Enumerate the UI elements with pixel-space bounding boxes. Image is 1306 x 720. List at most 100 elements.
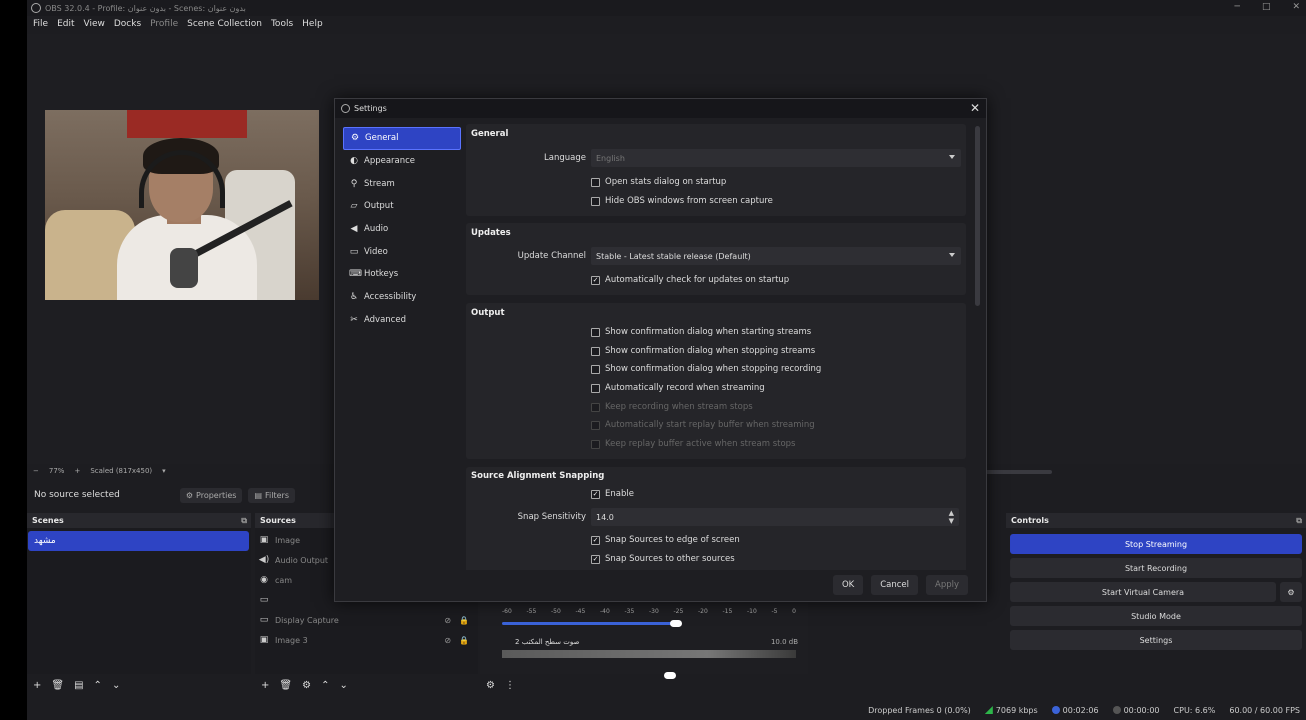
move-down-icon[interactable]: ⌄ — [339, 680, 347, 691]
general-group: General Language English Open stats dial… — [466, 124, 966, 216]
source-label: Display Capture — [275, 615, 339, 625]
lock-icon[interactable]: 🔒 — [459, 616, 469, 625]
updates-group: Updates Update Channel Stable - Latest s… — [466, 223, 966, 295]
scene-item[interactable]: مشهد — [28, 531, 249, 551]
zoom-in-button[interactable]: + — [74, 467, 80, 475]
nav-appearance[interactable]: ◐ Appearance — [343, 150, 461, 173]
filters-button[interactable]: ▤ Filters — [248, 487, 295, 503]
undock-icon[interactable]: ⧉ — [1296, 516, 1302, 526]
zoom-out-button[interactable]: − — [33, 467, 39, 475]
move-up-icon[interactable]: ⌃ — [94, 680, 102, 691]
source-item-image-3[interactable]: ▣ Image 3 ⊘ 🔒 — [259, 631, 469, 649]
snap-edge-checkbox[interactable]: ✓ Snap Sources to edge of screen — [591, 535, 740, 545]
stop-streaming-button[interactable]: Stop Streaming — [1010, 534, 1302, 554]
menu-scene-collection[interactable]: Scene Collection — [187, 19, 262, 29]
snap-sensitivity-label: Snap Sensitivity — [517, 512, 586, 522]
auto-record-checkbox[interactable]: Automatically record when streaming — [591, 383, 765, 393]
output-icon: ▱ — [350, 201, 358, 212]
maximize-icon[interactable]: □ — [1262, 2, 1271, 12]
studio-mode-button[interactable]: Studio Mode — [1010, 606, 1302, 626]
controls-dock-title: Controls ⧉ — [1006, 513, 1306, 528]
close-icon[interactable]: ✕ — [970, 101, 980, 115]
accessibility-icon: ♿ — [349, 292, 359, 303]
move-down-icon[interactable]: ⌄ — [112, 680, 120, 691]
nav-audio[interactable]: ◀ Audio — [343, 218, 461, 241]
confirm-stop-recording-checkbox[interactable]: Show confirmation dialog when stopping r… — [591, 364, 821, 374]
hide-obs-checkbox[interactable]: Hide OBS windows from screen capture — [591, 196, 773, 206]
menu-help[interactable]: Help — [302, 19, 323, 29]
keyboard-icon: ⌨ — [349, 269, 362, 280]
snap-other-checkbox[interactable]: ✓ Snap Sources to other sources — [591, 554, 735, 564]
minimize-icon[interactable]: ─ — [1235, 2, 1240, 12]
image-icon: ▣ — [259, 635, 269, 645]
eye-hidden-icon[interactable]: ⊘ — [444, 636, 451, 645]
settings-footer: OK Cancel Apply — [832, 575, 968, 595]
stepper-icon[interactable]: ▲ ▼ — [949, 509, 954, 525]
keep-recording-checkbox: Keep recording when stream stops — [591, 402, 753, 412]
lock-icon[interactable]: 🔒 — [459, 636, 469, 645]
settings-title-bar: Settings ✕ — [335, 99, 986, 118]
monitor-icon: ▭ — [259, 615, 269, 625]
menu-bar: File Edit View Docks Profile Scene Colle… — [27, 16, 1306, 32]
apply-button[interactable]: Apply — [926, 575, 968, 595]
add-source-button[interactable]: + — [261, 680, 269, 691]
snap-sensitivity-input[interactable]: 14.0 ▲ ▼ — [591, 508, 959, 526]
nav-video[interactable]: ▭ Video — [343, 240, 461, 263]
stream-time-status: 00:02:06 — [1051, 706, 1099, 715]
ok-button[interactable]: OK — [832, 575, 864, 595]
gear-icon[interactable]: ⚙ — [302, 680, 311, 691]
source-toolbar: No source selected ⚙ Properties ▤ Filter… — [27, 484, 327, 506]
dropped-frames: Dropped Frames 0 (0.0%) — [868, 705, 971, 715]
start-virtual-camera-button[interactable]: Start Virtual Camera — [1010, 582, 1276, 602]
source-item-display-capture[interactable]: ▭ Display Capture ⊘ 🔒 — [259, 611, 469, 629]
language-select[interactable]: English — [591, 149, 961, 167]
nav-output[interactable]: ▱ Output — [343, 195, 461, 218]
cancel-button[interactable]: Cancel — [871, 575, 918, 595]
menu-profile[interactable]: Profile — [150, 19, 178, 29]
chevron-down-icon[interactable]: ▾ — [162, 467, 166, 475]
more-icon[interactable]: ⋮ — [505, 680, 515, 691]
volume-slider-1[interactable] — [502, 622, 674, 625]
scene-filters-icon[interactable]: ▤ — [74, 680, 83, 691]
menu-tools[interactable]: Tools — [271, 19, 293, 29]
window-title: OBS 32.0.4 - Profile: بدون عنوان - Scene… — [45, 3, 246, 13]
status-bar: Dropped Frames 0 (0.0%) 7069 kbps 00:02:… — [27, 700, 1306, 720]
start-recording-button[interactable]: Start Recording — [1010, 558, 1302, 578]
output-title: Output — [471, 308, 505, 318]
auto-check-updates-checkbox[interactable]: ✓ Automatically check for updates on star… — [591, 275, 789, 285]
settings-title: Settings — [354, 104, 387, 113]
settings-scrollbar[interactable] — [975, 126, 980, 306]
trash-icon[interactable]: 🗑 — [279, 680, 292, 691]
properties-button[interactable]: ⚙ Properties — [179, 487, 243, 503]
menu-edit[interactable]: Edit — [57, 19, 74, 29]
language-label: Language — [544, 153, 586, 163]
menu-file[interactable]: File — [33, 19, 48, 29]
volume-knob-1[interactable] — [670, 620, 682, 627]
update-channel-select[interactable]: Stable - Latest stable release (Default) — [591, 247, 961, 265]
trash-icon[interactable]: 🗑 — [51, 680, 64, 691]
nav-general[interactable]: ⚙ General — [343, 127, 461, 150]
eye-hidden-icon[interactable]: ⊘ — [444, 616, 451, 625]
obs-logo-icon — [341, 104, 350, 113]
confirm-start-stream-checkbox[interactable]: Show confirmation dialog when starting s… — [591, 327, 811, 337]
confirm-stop-stream-checkbox[interactable]: Show confirmation dialog when stopping s… — [591, 346, 815, 356]
nav-stream[interactable]: ⚲ Stream — [343, 172, 461, 195]
volume-knob-2[interactable] — [664, 672, 676, 679]
move-up-icon[interactable]: ⌃ — [321, 680, 329, 691]
open-stats-checkbox[interactable]: Open stats dialog on startup — [591, 177, 726, 187]
nav-hotkeys[interactable]: ⌨ Hotkeys — [343, 263, 461, 286]
nav-advanced[interactable]: ✂ Advanced — [343, 309, 461, 332]
settings-button[interactable]: Settings — [1010, 630, 1302, 650]
camera-icon: ◉ — [260, 575, 268, 585]
scenes-dock-title: Scenes ⧉ — [27, 513, 251, 528]
menu-view[interactable]: View — [84, 19, 105, 29]
webcam-feed — [45, 110, 319, 300]
snapping-enable-checkbox[interactable]: ✓ Enable — [591, 489, 634, 499]
virtual-camera-settings-button[interactable]: ⚙ — [1280, 582, 1302, 602]
add-scene-button[interactable]: + — [33, 680, 41, 691]
menu-docks[interactable]: Docks — [114, 19, 141, 29]
nav-accessibility[interactable]: ♿ Accessibility — [343, 286, 461, 309]
mixer-settings-icon[interactable]: ⚙ — [486, 680, 495, 691]
close-icon[interactable]: ✕ — [1292, 2, 1300, 12]
undock-icon[interactable]: ⧉ — [241, 516, 247, 526]
